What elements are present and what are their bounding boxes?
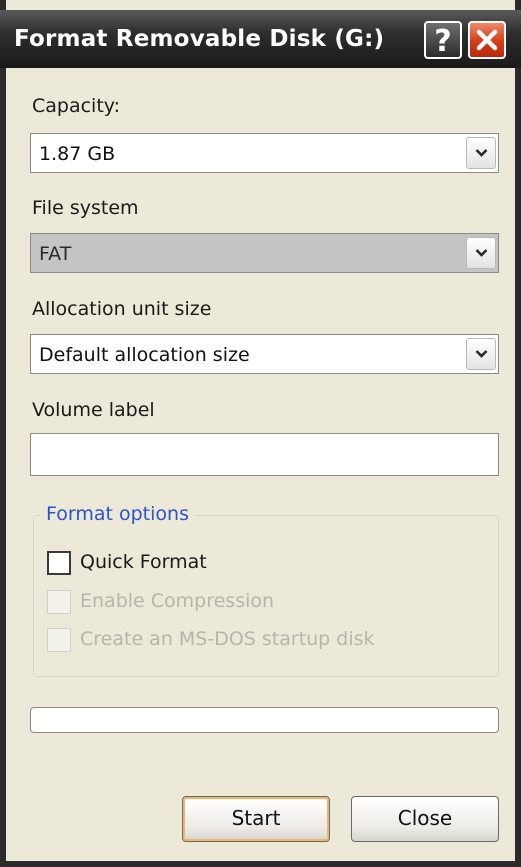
capacity-dropdown-button[interactable]	[466, 137, 496, 169]
capacity-select[interactable]: 1.87 GB	[30, 133, 499, 173]
quick-format-label: Quick Format	[80, 551, 207, 573]
allocation-unit-label: Allocation unit size	[32, 298, 212, 320]
volume-label-input[interactable]	[30, 433, 499, 476]
file-system-dropdown-button[interactable]	[466, 237, 496, 269]
file-system-select[interactable]: FAT	[30, 233, 499, 273]
close-window-button[interactable]	[468, 21, 506, 59]
allocation-dropdown-button[interactable]	[466, 338, 496, 370]
title-bar[interactable]: Format Removable Disk (G:) ?	[0, 10, 521, 68]
volume-label-caption: Volume label	[32, 399, 155, 421]
start-button[interactable]: Start	[182, 796, 330, 842]
format-options-title: Format options	[40, 503, 195, 525]
file-system-value: FAT	[39, 243, 72, 265]
ms-dos-startup-checkbox	[47, 628, 71, 652]
allocation-unit-value: Default allocation size	[39, 344, 250, 366]
ms-dos-startup-label: Create an MS-DOS startup disk	[80, 628, 375, 650]
file-system-label: File system	[32, 197, 139, 219]
window-title: Format Removable Disk (G:)	[14, 26, 385, 52]
allocation-unit-select[interactable]: Default allocation size	[30, 334, 499, 374]
chevron-down-icon	[475, 149, 488, 157]
enable-compression-label: Enable Compression	[80, 590, 275, 612]
close-button[interactable]: Close	[351, 796, 499, 842]
chevron-down-icon	[475, 350, 488, 358]
capacity-label: Capacity:	[32, 95, 121, 117]
enable-compression-checkbox	[47, 590, 71, 614]
format-progress-bar	[30, 707, 499, 733]
chevron-down-icon	[475, 249, 488, 257]
help-button[interactable]: ?	[424, 21, 462, 59]
question-mark-icon: ?	[434, 24, 452, 59]
quick-format-checkbox[interactable]	[47, 551, 71, 575]
capacity-value: 1.87 GB	[39, 143, 116, 165]
close-x-icon	[476, 29, 498, 51]
